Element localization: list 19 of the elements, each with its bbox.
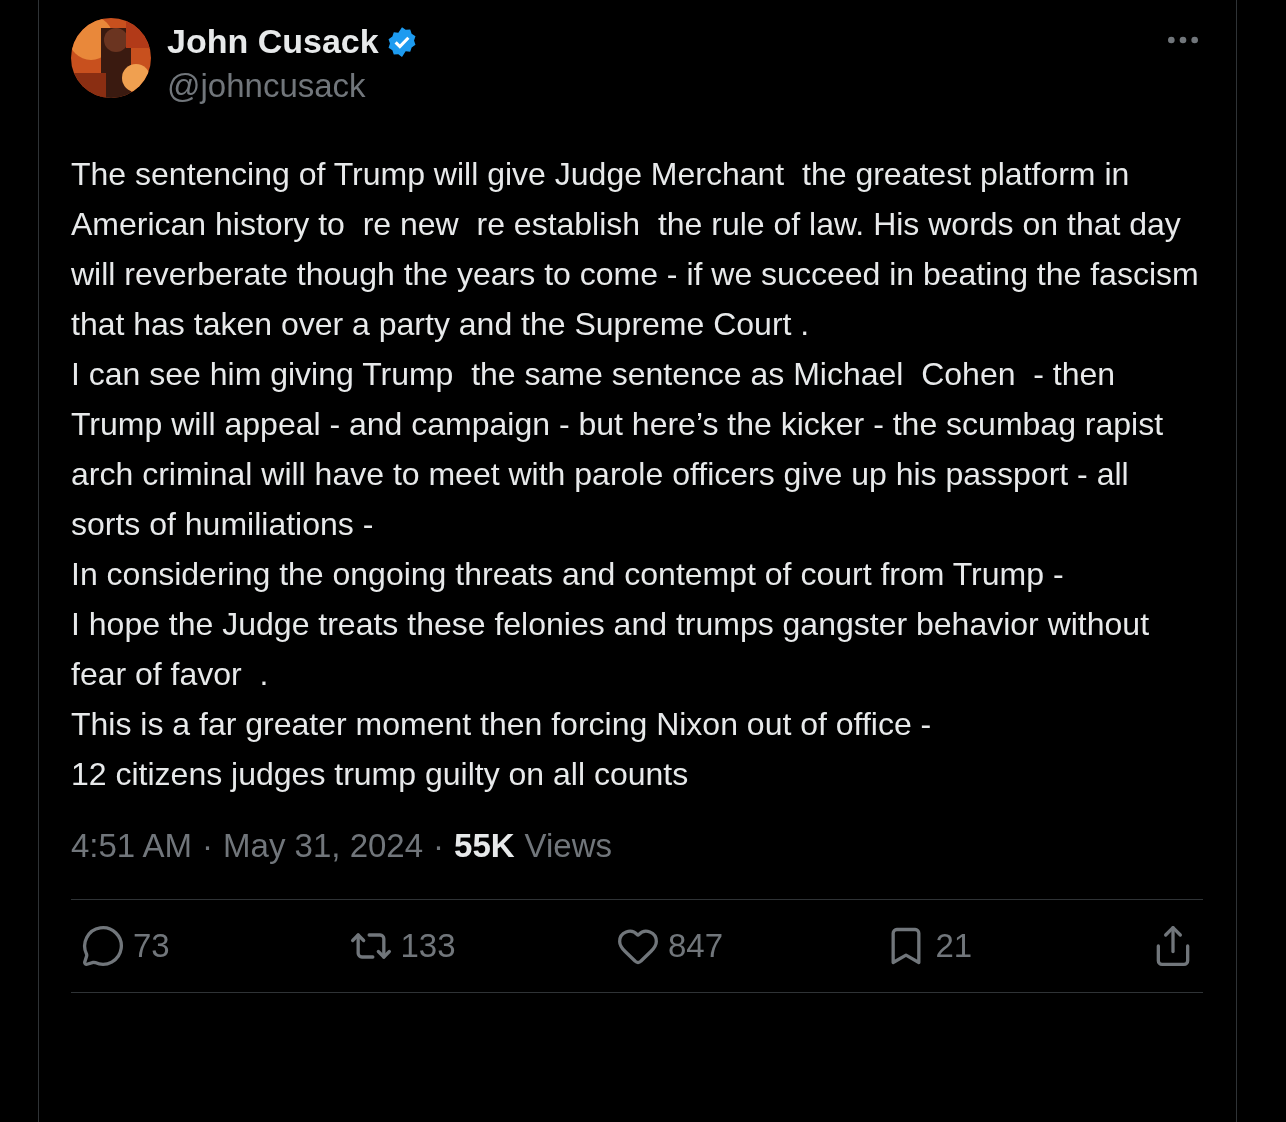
- bookmark-button[interactable]: 21: [883, 924, 1104, 968]
- repost-button[interactable]: 133: [348, 924, 569, 968]
- views-count: 55K: [454, 827, 515, 865]
- separator: ·: [202, 827, 214, 865]
- like-button[interactable]: 847: [616, 924, 836, 968]
- author-name[interactable]: John Cusack: [167, 22, 379, 61]
- post-text: 12 citizens judges trump guilty on all counts: [71, 755, 690, 794]
- views-label: Views: [524, 827, 613, 865]
- post-text: In considering the ongoing threats and contempt of court from Trump -: [71, 555, 1065, 594]
- reply-button[interactable]: 73: [81, 924, 301, 968]
- post-text: This is a far greater moment then forcing Nixon out of office -: [71, 705, 933, 744]
- author-handle[interactable]: @johncusack: [167, 67, 1147, 105]
- post-text: The sentencing of Trump will give Judge Merchant the greatest platform in American history to re new re establish the rule of law. His words on that day will reverberate though the years to come - if we succeed in beating the fascism that has taken over a party and the Supreme Court .: [71, 155, 1200, 344]
- post-time[interactable]: 4:51 AM: [71, 827, 193, 865]
- speech-bubble-icon: [81, 924, 125, 968]
- post-text: I can see him giving Trump the same sentence as Michael Cohen - then Trump will appeal - and campaign - but here’s the kicker - the scumbag rapist arch criminal will have to meet with parole officers give up his passport - all sorts of humiliations -: [71, 355, 1165, 544]
- post-text: I hope the Judge treats these felonies and trumps gangster behavior without fear of favor .: [71, 605, 1150, 694]
- post-date[interactable]: May 31, 2024: [223, 827, 424, 865]
- separator: ·: [433, 827, 445, 865]
